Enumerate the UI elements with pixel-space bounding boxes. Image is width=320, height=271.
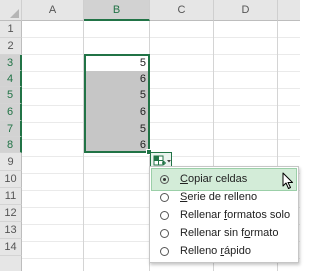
row-header-7[interactable]: 7 xyxy=(0,121,22,137)
column-header-d[interactable]: D xyxy=(214,0,278,21)
autofill-options-menu: Copiar celdas Serie de relleno Rellenar … xyxy=(149,166,299,263)
row-header-3[interactable]: 3 xyxy=(0,55,22,71)
row-header-13[interactable]: 13 xyxy=(0,222,22,239)
radio-icon xyxy=(160,211,169,220)
row-header-14[interactable]: 14 xyxy=(0,239,22,256)
row-header-6[interactable]: 6 xyxy=(0,104,22,121)
select-all-corner[interactable] xyxy=(0,0,22,21)
column-header-c[interactable]: C xyxy=(150,0,214,21)
menu-item-label: Relleno rápido xyxy=(180,245,251,257)
column-header-e[interactable] xyxy=(278,0,300,21)
row-header-10[interactable]: 10 xyxy=(0,171,22,188)
mouse-cursor-icon xyxy=(282,172,293,189)
row-header-12[interactable]: 12 xyxy=(0,205,22,222)
radio-icon xyxy=(160,229,169,238)
column-header-b[interactable]: B xyxy=(84,0,150,21)
radio-selected-icon xyxy=(160,175,169,184)
radio-icon xyxy=(160,193,169,202)
row-header-5[interactable]: 5 xyxy=(0,87,22,104)
row-header-15[interactable] xyxy=(0,256,22,271)
row-header-9[interactable]: 9 xyxy=(0,153,22,171)
row-header-8[interactable]: 8 xyxy=(0,137,22,153)
row-header-1[interactable]: 1 xyxy=(0,21,22,38)
radio-icon xyxy=(160,247,169,256)
menu-item-relleno-rapido[interactable]: Relleno rápido xyxy=(152,241,296,262)
row-header-11[interactable]: 11 xyxy=(0,188,22,205)
column-header-a[interactable]: A xyxy=(22,0,84,21)
row-header-4[interactable]: 4 xyxy=(0,71,22,87)
row-header-2[interactable]: 2 xyxy=(0,38,22,55)
selection-border xyxy=(84,54,150,153)
